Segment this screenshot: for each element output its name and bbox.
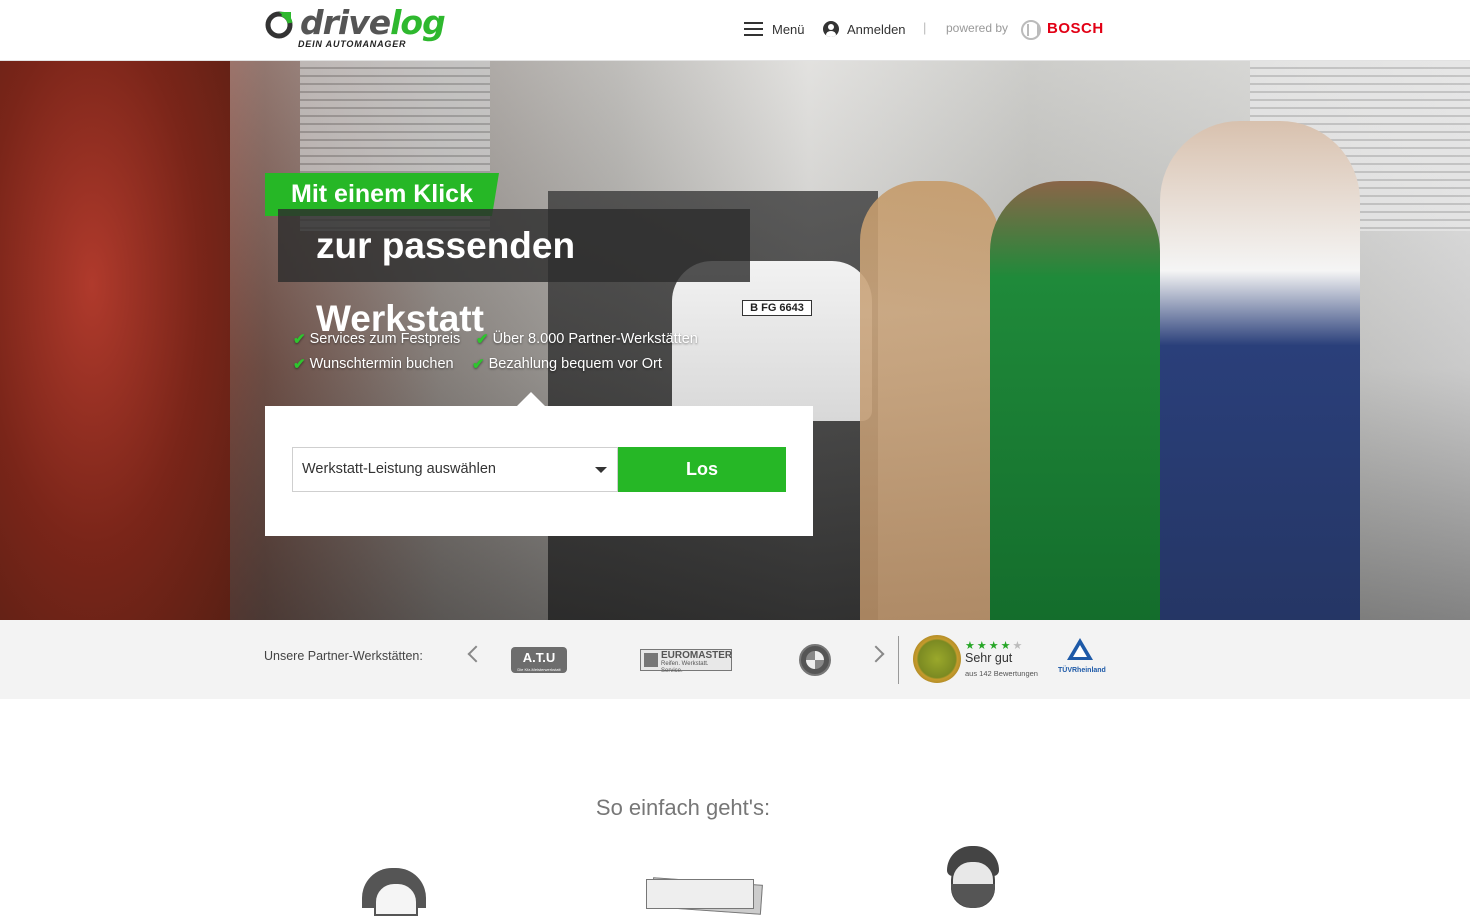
caret-down-icon [595, 467, 607, 473]
mechanic-illustration-icon [945, 846, 1001, 908]
hero-headline-secondary: zur passenden Werkstatt [278, 209, 750, 339]
usp-item: ✔ Über 8.000 Partner-Werkstätten [476, 330, 698, 348]
rating-label: Sehr gut [965, 651, 1013, 665]
login-link[interactable]: Anmelden [823, 19, 906, 39]
license-plate: B FG 6643 [742, 300, 812, 316]
usp-text: Services zum Festpreis [309, 331, 461, 347]
service-select-value: Werkstatt-Leistung auswählen [302, 461, 496, 477]
logo-wordmark: drivelog [300, 3, 446, 42]
check-icon: ✔ [476, 331, 489, 348]
partner-strip: Unsere Partner-Werkstätten: A.T.U Die Kf… [0, 620, 1470, 699]
partner-logo-atu[interactable]: A.T.U Die Kfz-Meisterwerkstatt [511, 647, 567, 673]
car-on-lift [672, 261, 872, 421]
booking-illustration-icon [646, 877, 770, 915]
tuv-rheinland-logo[interactable]: TÜVRheinland [1058, 638, 1106, 678]
drivelog-logo[interactable]: drivelog DEIN AUTOMANAGER [264, 3, 446, 50]
usp-text: Über 8.000 Partner-Werkstätten [492, 331, 698, 347]
site-header: drivelog DEIN AUTOMANAGER Menü Anmelden … [0, 0, 1470, 61]
hamburger-icon [744, 22, 763, 36]
carousel-prev-icon[interactable] [467, 645, 485, 663]
how-it-works-title: So einfach geht's: [595, 795, 771, 820]
partner-logo-bmw[interactable] [799, 644, 831, 676]
drivelog-logo-icon [265, 11, 293, 39]
customer-illustration-icon [362, 868, 426, 916]
mechanic-figure [990, 181, 1160, 620]
search-go-button[interactable]: Los [618, 447, 786, 492]
workshop-owner-figure [1160, 121, 1360, 620]
partners-label: Unsere Partner-Werkstätten: [264, 649, 423, 663]
rating-count: aus 142 Bewertungen [965, 669, 1038, 678]
check-icon: ✔ [293, 331, 306, 348]
check-icon: ✔ [472, 356, 485, 373]
user-icon [823, 21, 839, 37]
bosch-armature-icon [1021, 20, 1041, 40]
menu-button[interactable]: Menü [744, 19, 805, 39]
quality-seal-icon[interactable] [913, 635, 961, 683]
logo-tagline: DEIN AUTOMANAGER [298, 39, 407, 49]
service-search-box: Werkstatt-Leistung auswählen Los [265, 392, 813, 536]
strip-divider [898, 636, 899, 684]
usp-text: Bezahlung bequem vor Ort [488, 356, 662, 372]
customer-figure [860, 181, 1000, 620]
usp-item: ✔ Wunschtermin buchen [293, 355, 454, 373]
usp-text: Wunschtermin buchen [309, 356, 454, 372]
login-label: Anmelden [847, 21, 906, 37]
tuv-triangle-icon [1067, 638, 1093, 660]
nav-separator: | [923, 20, 927, 35]
service-select[interactable]: Werkstatt-Leistung auswählen [292, 447, 618, 492]
bosch-logo[interactable]: BOSCH [1047, 20, 1104, 37]
partner-logo-euromaster[interactable]: EUROMASTER Reifen. Werkstatt. Service. [640, 649, 732, 674]
usp-item: ✔ Services zum Festpreis [293, 330, 460, 348]
carousel-next-icon[interactable] [867, 645, 885, 663]
foreground-blur [0, 61, 230, 620]
usp-item: ✔ Bezahlung bequem vor Ort [472, 355, 662, 373]
check-icon: ✔ [293, 356, 306, 373]
menu-label: Menü [772, 21, 805, 37]
powered-by-text: powered by [946, 21, 1009, 35]
hero-banner: B FG 6643 [0, 61, 1470, 620]
